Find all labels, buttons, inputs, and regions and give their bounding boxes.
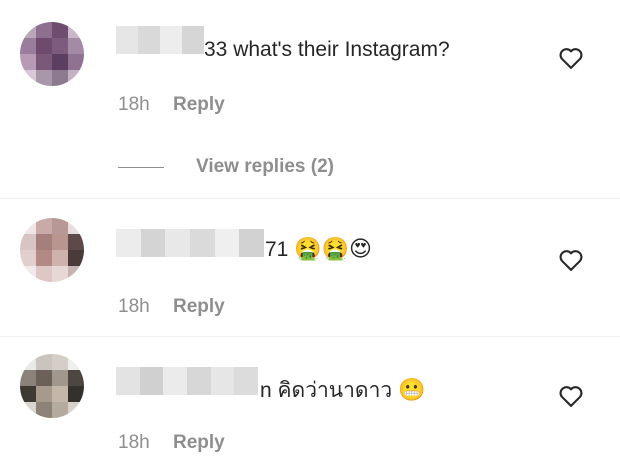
comment-text-visible: 71 [265,238,289,261]
divider [0,336,620,337]
avatar[interactable] [20,22,84,86]
comment-meta: 18h Reply [118,432,225,454]
emoji-group: 🤮🤮😍 [294,237,372,262]
comment-text: n คิดว่านาดาว 😬 [260,374,425,407]
reply-button[interactable]: Reply [173,432,225,453]
heart-icon[interactable] [557,382,585,410]
emoji: 😬 [398,378,426,403]
reply-button[interactable]: Reply [173,296,225,317]
comment-text: 33 what's their Instagram? [204,38,450,61]
view-replies-button[interactable]: View replies (2) [118,156,334,178]
timestamp: 18h [118,296,150,317]
username-blurred[interactable] [116,229,264,257]
timestamp: 18h [118,432,150,453]
comment-meta: 18h Reply [118,94,225,116]
comment-text: 71 🤮🤮😍 [265,237,372,262]
comment-text-visible: n คิดว่านาดาว [260,379,393,402]
replies-line [118,166,164,168]
avatar[interactable] [20,218,84,282]
timestamp: 18h [118,94,150,115]
username-blurred[interactable] [116,26,204,54]
comment-meta: 18h Reply [118,296,225,318]
heart-icon[interactable] [557,246,585,274]
divider [0,198,620,199]
reply-button[interactable]: Reply [173,94,225,115]
heart-icon[interactable] [557,44,585,72]
avatar[interactable] [20,354,84,418]
username-blurred[interactable] [116,367,258,395]
view-replies-label: View replies (2) [196,156,334,177]
